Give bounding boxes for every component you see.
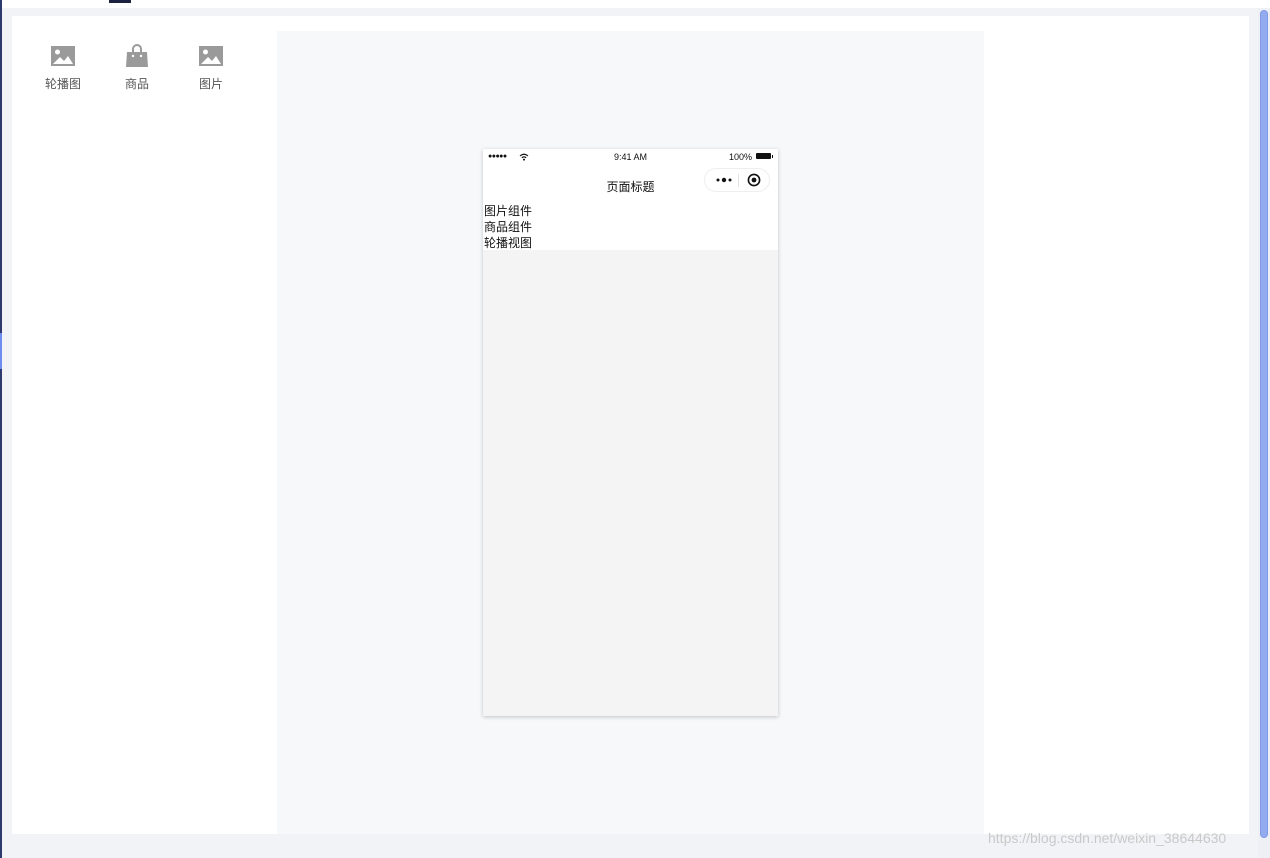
palette-item-carousel[interactable]: 轮播图 [28, 44, 98, 92]
phone-status-bar: ●●●●● 9:41 AM 100% [483, 149, 778, 165]
component-item-image[interactable]: 图片组件 [484, 203, 778, 219]
palette-item-image[interactable]: 图片 [176, 44, 246, 92]
shopping-bag-icon [126, 44, 148, 67]
phone-preview: ●●●●● 9:41 AM 100% 页面标题 图片组件 商品组件 轮播视图 [483, 149, 778, 716]
palette-item-label: 商品 [124, 77, 149, 91]
palette-item-label: 轮播图 [44, 77, 81, 91]
watermark: https://blog.csdn.net/weixin_38644630 [988, 830, 1227, 846]
battery-percent: 100% [728, 152, 752, 162]
more-icon[interactable] [713, 169, 735, 191]
mini-program-capsule [704, 168, 770, 192]
scrollbar-thumb[interactable] [1260, 10, 1268, 838]
left-window-edge [0, 0, 2, 858]
phone-content: 图片组件 商品组件 轮播视图 [483, 203, 778, 250]
component-item-carousel[interactable]: 轮播视图 [484, 235, 778, 251]
palette-item-label: 图片 [198, 77, 223, 91]
image-icon [51, 46, 75, 66]
top-strip [0, 0, 1270, 8]
close-target-icon[interactable] [747, 173, 761, 187]
battery-icon [756, 153, 773, 159]
component-item-product[interactable]: 商品组件 [484, 219, 778, 235]
phone-nav-bar: 页面标题 [483, 165, 778, 203]
component-palette: 轮播图 商品 图片 [12, 16, 276, 834]
left-edge-highlight [0, 333, 2, 369]
capsule-divider [738, 174, 739, 187]
palette-item-product[interactable]: 商品 [102, 44, 172, 92]
image-icon [199, 46, 223, 66]
vertical-scrollbar[interactable] [1258, 8, 1270, 858]
active-tab-marker [109, 0, 131, 3]
